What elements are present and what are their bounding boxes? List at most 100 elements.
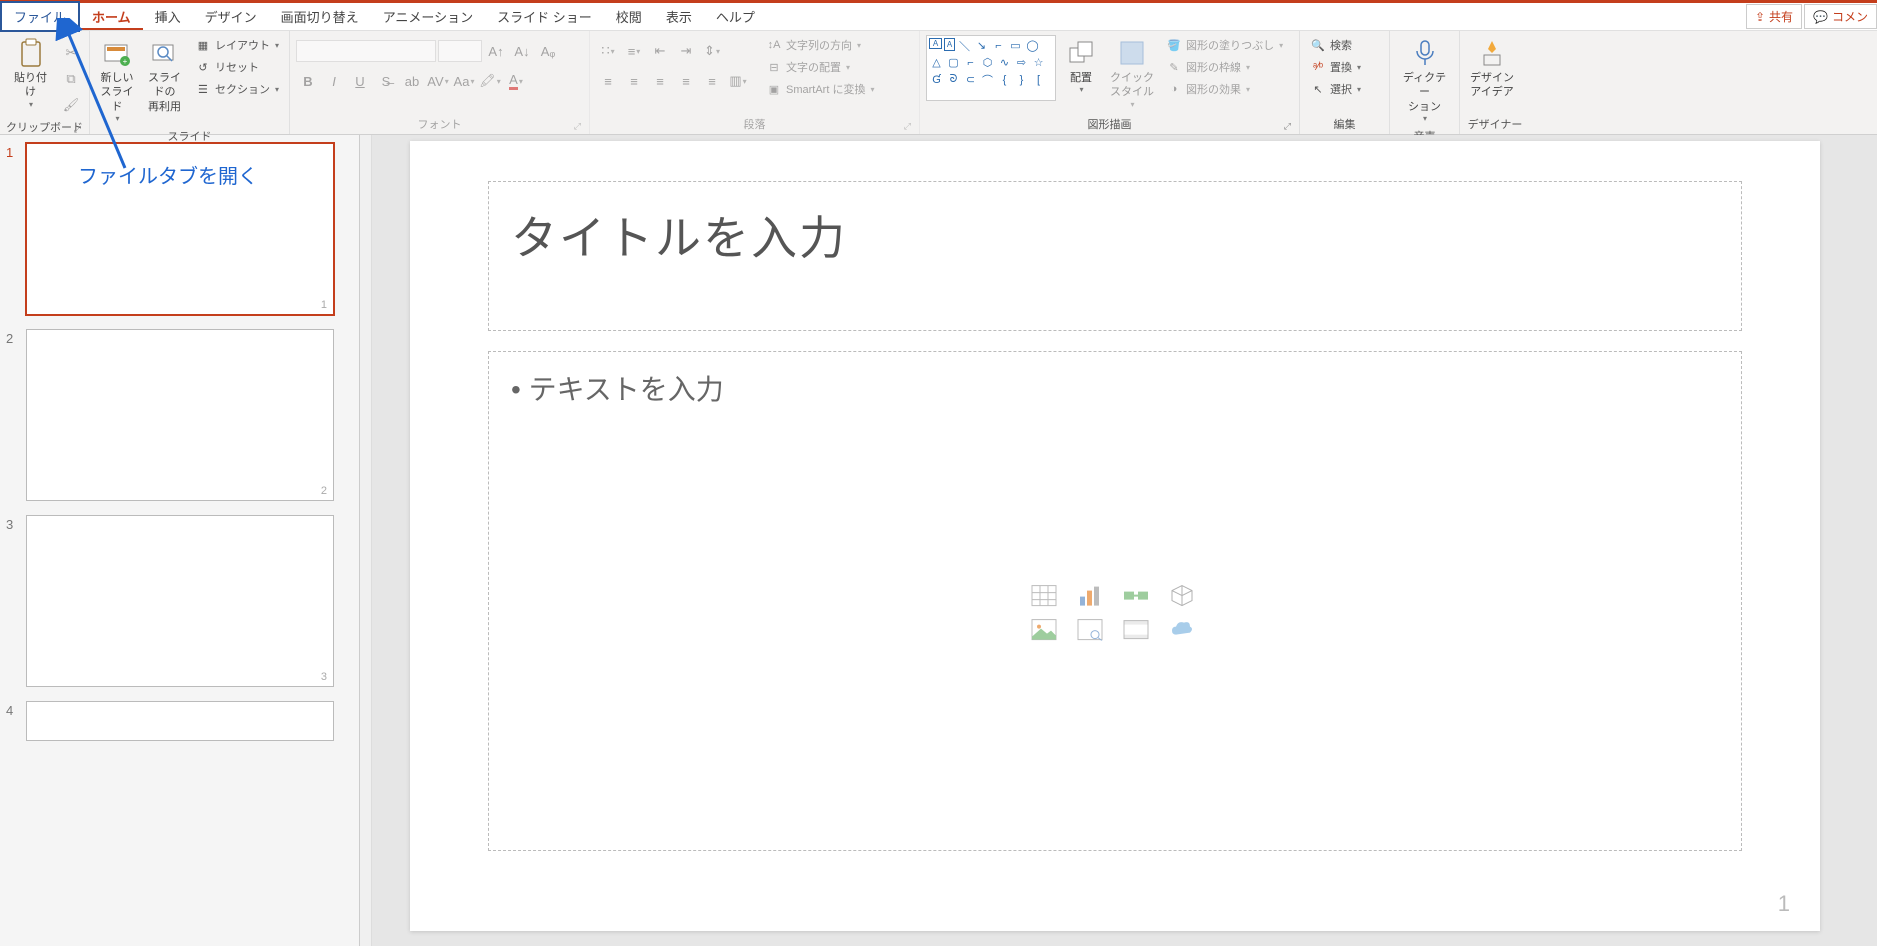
shape-scribble-icon[interactable]: ᘐ (946, 72, 961, 87)
increase-font-button[interactable]: A↑ (484, 39, 508, 63)
shape-brace-r-icon[interactable]: } (1014, 72, 1029, 87)
shape-connector-icon[interactable]: ⌐ (991, 38, 1006, 53)
shadow-button[interactable]: ab (400, 69, 424, 93)
distribute-button[interactable]: ≡ (700, 69, 724, 93)
align-center-button[interactable]: ≡ (622, 69, 646, 93)
align-right-button[interactable]: ≡ (648, 69, 672, 93)
shape-bracket-l-icon[interactable]: [ (1031, 72, 1046, 87)
select-button[interactable]: ↖ 選択▾ (1306, 79, 1365, 99)
shape-fill-button[interactable]: 🪣 図形の塗りつぶし▾ (1162, 35, 1287, 55)
tab-animations[interactable]: アニメーション (371, 3, 485, 30)
shape-elbow-icon[interactable]: ⌐ (963, 55, 978, 70)
shape-curve-icon[interactable]: ∿ (997, 55, 1012, 70)
insert-3d-icon[interactable] (1168, 584, 1196, 608)
justify-button[interactable]: ≡ (674, 69, 698, 93)
shapes-gallery[interactable]: A A ＼ ↘ ⌐ ▭ ◯ △ ▢ ⌐ ⬡ ∿ ⇨ ☆ Ɠ ᘐ ⊂ ⌒ { } (926, 35, 1056, 101)
shape-rect-icon[interactable]: ▭ (1008, 38, 1023, 53)
paragraph-launcher-icon[interactable]: ⤢ (904, 121, 911, 132)
tab-file[interactable]: ファイル (0, 1, 80, 32)
insert-picture-icon[interactable] (1030, 618, 1058, 642)
insert-table-icon[interactable] (1030, 584, 1058, 608)
thumbnail-slide-2[interactable]: 2 (26, 329, 334, 501)
font-size-combo[interactable] (438, 40, 482, 62)
char-spacing-button[interactable]: AV▾ (426, 69, 450, 93)
clipboard-launcher-icon[interactable]: ⤢ (74, 124, 81, 135)
shape-brace-l-icon[interactable]: { (997, 72, 1012, 87)
line-spacing-button[interactable]: ⇕▾ (700, 39, 724, 63)
copy-button[interactable]: ⧉ (59, 67, 83, 91)
text-direction-button[interactable]: ↕A 文字列の方向▾ (762, 35, 878, 55)
paste-button[interactable]: 貼り付け ▾ (6, 35, 55, 112)
font-color-button[interactable]: A▾ (504, 69, 528, 93)
arrange-button[interactable]: 配置 ▾ (1060, 35, 1102, 98)
content-placeholder[interactable]: • テキストを入力 (488, 351, 1742, 851)
insert-video-icon[interactable] (1122, 618, 1150, 642)
shape-hexagon-icon[interactable]: ⬡ (980, 55, 995, 70)
slide-editor-area[interactable]: タイトルを入力 • テキストを入力 1 (360, 135, 1877, 946)
share-button[interactable]: ⇪ 共有 (1746, 4, 1802, 29)
shape-effects-button[interactable]: ◑ 図形の効果▾ (1162, 79, 1287, 99)
bold-button[interactable]: B (296, 69, 320, 93)
tab-home[interactable]: ホーム (80, 3, 143, 30)
font-family-combo[interactable] (296, 40, 436, 62)
decrease-font-button[interactable]: A↓ (510, 39, 534, 63)
tab-transitions[interactable]: 画面切り替え (269, 3, 371, 30)
shape-line-icon[interactable]: ＼ (957, 38, 972, 53)
shape-roundrect-icon[interactable]: ▢ (946, 55, 961, 70)
section-button[interactable]: ☰ セクション▾ (191, 79, 283, 99)
title-placeholder[interactable]: タイトルを入力 (488, 181, 1742, 331)
drawing-launcher-icon[interactable]: ⤢ (1284, 121, 1291, 132)
clear-formatting-button[interactable]: Aᵩ (536, 39, 560, 63)
layout-button[interactable]: ▦ レイアウト▾ (191, 35, 283, 55)
thumbnail-slide-4[interactable] (26, 701, 334, 741)
insert-smartart-icon[interactable] (1122, 584, 1150, 608)
insert-chart-icon[interactable] (1076, 584, 1104, 608)
shape-arrow-line-icon[interactable]: ↘ (974, 38, 989, 53)
shape-outline-button[interactable]: ✎ 図形の枠線▾ (1162, 57, 1287, 77)
cut-button[interactable]: ✂ (59, 41, 83, 65)
tab-help[interactable]: ヘルプ (704, 3, 767, 30)
tab-view[interactable]: 表示 (654, 3, 704, 30)
align-left-button[interactable]: ≡ (596, 69, 620, 93)
smartart-convert-button[interactable]: ▣ SmartArt に変換▾ (762, 79, 878, 99)
insert-online-picture-icon[interactable] (1076, 618, 1104, 642)
comment-button[interactable]: 💬 コメン (1804, 4, 1877, 29)
dictate-button[interactable]: ディクテー ション ▾ (1396, 35, 1453, 126)
new-slide-button[interactable]: + 新しい スライド ▾ (96, 35, 138, 126)
shape-callout-icon[interactable]: ⊂ (963, 72, 978, 87)
shape-triangle-icon[interactable]: △ (929, 55, 944, 70)
columns-button[interactable]: ▥▾ (726, 69, 750, 93)
text-align-vert-button[interactable]: ⊟ 文字の配置▾ (762, 57, 878, 77)
thumbnail-slide-3[interactable]: 3 (26, 515, 334, 687)
shape-arc-icon[interactable]: ⌒ (980, 72, 995, 87)
numbering-button[interactable]: ≡▾ (622, 39, 646, 63)
font-launcher-icon[interactable]: ⤢ (574, 121, 581, 132)
slide-canvas[interactable]: タイトルを入力 • テキストを入力 1 (410, 141, 1820, 931)
format-painter-button[interactable]: 🖌 (59, 93, 83, 117)
replace-button[interactable]: ᵃ⁄ᵇ 置換▾ (1306, 57, 1365, 77)
reuse-slides-button[interactable]: スライドの 再利用 (142, 35, 187, 116)
find-button[interactable]: 🔍 検索 (1306, 35, 1365, 55)
italic-button[interactable]: I (322, 69, 346, 93)
shape-textbox-icon[interactable]: A (929, 38, 942, 49)
shape-arrow-icon[interactable]: ⇨ (1014, 55, 1029, 70)
increase-indent-button[interactable]: ⇥ (674, 39, 698, 63)
shape-oval-icon[interactable]: ◯ (1025, 38, 1040, 53)
strikethrough-button[interactable]: S̶ (374, 69, 398, 93)
highlight-button[interactable]: 🖍▾ (478, 69, 502, 93)
shape-vtextbox-icon[interactable]: A (944, 38, 955, 51)
shape-star-icon[interactable]: ☆ (1031, 55, 1046, 70)
tab-slideshow[interactable]: スライド ショー (485, 3, 604, 30)
thumbnail-panel[interactable]: 1 1 2 2 3 3 4 (0, 135, 360, 946)
design-ideas-button[interactable]: デザイン アイデア (1466, 35, 1518, 102)
bullets-button[interactable]: ∷▾ (596, 39, 620, 63)
reset-button[interactable]: ↺ リセット (191, 57, 283, 77)
decrease-indent-button[interactable]: ⇤ (648, 39, 672, 63)
underline-button[interactable]: U (348, 69, 372, 93)
quick-styles-button[interactable]: クイック スタイル ▾ (1106, 35, 1158, 112)
tab-review[interactable]: 校閲 (604, 3, 654, 30)
tab-insert[interactable]: 挿入 (143, 3, 193, 30)
change-case-button[interactable]: Aa▾ (452, 69, 476, 93)
insert-icon-icon[interactable] (1168, 618, 1196, 642)
shape-freeform-icon[interactable]: Ɠ (929, 72, 944, 87)
